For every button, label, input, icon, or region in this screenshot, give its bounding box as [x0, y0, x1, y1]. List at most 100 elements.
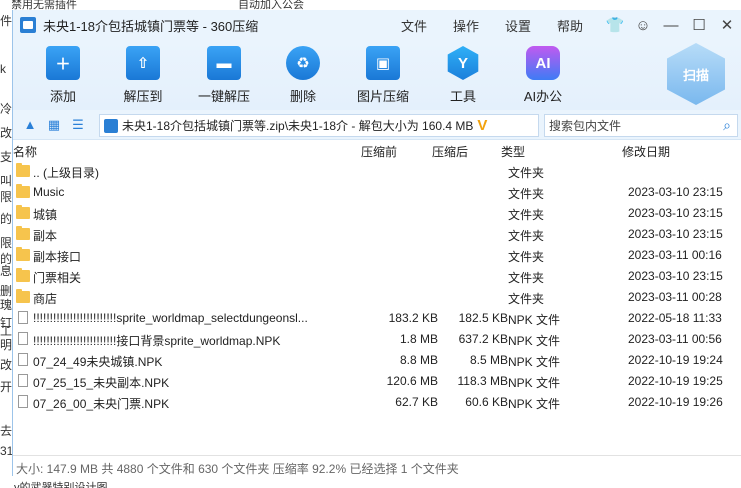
add-icon: ＋: [46, 46, 80, 80]
file-row[interactable]: .. (上级目录) 文件夹: [13, 161, 741, 182]
packed-size: 120.6 MB: [386, 374, 438, 388]
archive-window: 未央1-18介包括城镇门票等 - 360压缩 文件 操作 设置 帮助 👕 ☺ —…: [12, 10, 741, 476]
one-click-extract-button[interactable]: ▬ 一键解压: [189, 46, 259, 105]
delete-label: 删除: [289, 89, 316, 104]
file-type: NPK 文件: [508, 313, 561, 327]
image-compress-button[interactable]: ▣ 图片压缩: [348, 46, 418, 105]
folder-icon: [16, 289, 30, 303]
file-name: !!!!!!!!!!!!!!!!!!!!!!!!!sprite_worldmap…: [33, 311, 308, 325]
modified-date: 2023-03-10 23:15: [628, 185, 723, 199]
skin-icon[interactable]: 👕: [601, 16, 629, 34]
scan-label: 扫描: [682, 67, 709, 83]
folder-icon: [16, 163, 30, 177]
packed-size: 62.7 KB: [395, 395, 438, 409]
file-name: 商店: [33, 292, 58, 306]
status-bar: 大小: 147.9 MB 共 4880 个文件和 630 个文件夹 压缩率 92…: [13, 455, 741, 476]
add-label: 添加: [49, 89, 76, 104]
desktop-background-top: 及禁用无需插件 自动加入公会: [0, 0, 741, 10]
unpacked-size: 182.5 KB: [458, 311, 508, 325]
bg-char: 支: [0, 150, 12, 164]
image-compress-icon: ▣: [366, 46, 400, 80]
bg-char: 的: [0, 212, 12, 226]
modified-date: 2022-10-19 19:24: [628, 353, 723, 367]
desktop-background-bottom: y的武器特别设计图: [0, 476, 741, 488]
add-button[interactable]: ＋ 添加: [28, 46, 98, 105]
bg-char: k: [0, 62, 6, 76]
thumbnail-view-icon[interactable]: ▦: [43, 114, 65, 136]
ai-office-button[interactable]: AI AI办公: [508, 46, 578, 105]
file-list: .. (上级目录) 文件夹 Music 文件夹 2023-03-10 23:15 城镇 文件…: [13, 161, 741, 431]
close-button[interactable]: ✕: [713, 16, 741, 34]
unpacked-size: 637.2 KB: [458, 332, 508, 346]
menu-operate[interactable]: 操作: [453, 16, 479, 35]
menu-help[interactable]: 帮助: [557, 16, 583, 35]
feedback-icon[interactable]: ☺: [629, 17, 657, 34]
file-type: 文件夹: [508, 166, 545, 180]
menu-settings[interactable]: 设置: [505, 16, 531, 35]
column-type[interactable]: 类型: [501, 143, 525, 160]
scan-button[interactable]: 扫描: [667, 43, 725, 105]
tools-button[interactable]: Y 工具: [428, 46, 498, 105]
column-packed-size[interactable]: 压缩前: [361, 143, 397, 160]
menu-file[interactable]: 文件: [401, 16, 427, 35]
folder-icon: [16, 247, 30, 261]
maximize-button[interactable]: ☐: [685, 16, 713, 34]
modified-date: 2023-03-10 23:15: [628, 227, 723, 241]
bg-char: 叫: [0, 174, 12, 188]
horizontal-scrollbar[interactable]: [13, 441, 741, 453]
file-row[interactable]: !!!!!!!!!!!!!!!!!!!!!!!!!sprite_worldmap…: [13, 308, 741, 329]
title-bar[interactable]: 未央1-18介包括城镇门票等 - 360压缩 文件 操作 设置 帮助 👕 ☺ —…: [13, 10, 741, 40]
file-row[interactable]: 副本接口 文件夹 2023-03-11 00:16: [13, 245, 741, 266]
packed-size: 8.8 MB: [399, 353, 438, 367]
tools-icon: Y: [447, 46, 479, 80]
file-name: 07_25_15_未央副本.NPK: [33, 376, 170, 390]
file-row[interactable]: 副本 文件夹 2023-03-10 23:15: [13, 224, 741, 245]
delete-button[interactable]: ♻ 删除: [268, 46, 338, 105]
file-type: 文件夹: [508, 271, 545, 285]
file-icon: [18, 353, 28, 366]
column-name[interactable]: 名称: [13, 143, 37, 160]
status-text: 大小: 147.9 MB 共 4880 个文件和 630 个文件夹 压缩率 92…: [16, 462, 459, 476]
delete-icon: ♻: [286, 46, 320, 80]
bg-char: 件: [0, 14, 12, 28]
file-type: NPK 文件: [508, 355, 561, 369]
file-row[interactable]: 07_24_49未央城镇.NPK 8.8 MB 8.5 MB NPK 文件 2022-1…: [13, 350, 741, 371]
search-icon[interactable]: ⌕: [717, 117, 737, 134]
file-name: 副本接口: [33, 250, 82, 264]
column-unpacked-size[interactable]: 压缩后: [432, 143, 468, 160]
one-click-extract-icon: ▬: [207, 46, 241, 80]
file-name: .. (上级目录): [33, 166, 99, 180]
ai-office-label: AI办公: [523, 89, 563, 104]
file-row[interactable]: 07_26_00_未央门票.NPK 62.7 KB 60.6 KB NPK 文件 202…: [13, 392, 741, 413]
image-compress-label: 图片压缩: [356, 89, 409, 104]
modified-date: 2022-10-19 19:26: [628, 395, 723, 409]
column-modified[interactable]: 修改日期: [622, 143, 670, 160]
search-box: ⌕: [544, 114, 738, 137]
modified-date: 2022-10-19 19:25: [628, 374, 723, 388]
file-row[interactable]: Music 文件夹 2023-03-10 23:15: [13, 182, 741, 203]
file-row[interactable]: 门票相关 文件夹 2023-03-10 23:15: [13, 266, 741, 287]
bg-char: 限: [0, 236, 12, 250]
list-view-icon[interactable]: ☰: [67, 114, 89, 136]
bg-char: 改: [0, 126, 12, 140]
file-type: NPK 文件: [508, 376, 561, 390]
one-click-extract-label: 一键解压: [197, 89, 250, 104]
unpacked-size: 118.3 MB: [457, 374, 508, 388]
extract-to-button[interactable]: ⇧ 解压到: [108, 46, 178, 105]
file-row[interactable]: !!!!!!!!!!!!!!!!!!!!!!!!!接口背景sprite_worl…: [13, 329, 741, 350]
bg-char: 限: [0, 190, 12, 204]
up-arrow-icon[interactable]: ▲: [19, 114, 41, 136]
file-row[interactable]: 商店 文件夹 2023-03-11 00:28: [13, 287, 741, 308]
file-icon: [18, 311, 28, 324]
file-row[interactable]: 城镇 文件夹 2023-03-10 23:15: [13, 203, 741, 224]
address-bar[interactable]: 未央1-18介包括城镇门票等.zip\未央1-18介 - 解包大小为 160.4…: [99, 114, 539, 137]
file-row[interactable]: 07_25_15_未央副本.NPK 120.6 MB 118.3 MB NPK 文件 2…: [13, 371, 741, 392]
minimize-button[interactable]: —: [657, 17, 685, 34]
search-input[interactable]: [545, 118, 717, 133]
file-type: 文件夹: [508, 250, 545, 264]
dropdown-v-icon[interactable]: V: [477, 117, 487, 134]
file-name: 副本: [33, 229, 58, 243]
folder-icon: [16, 184, 30, 198]
column-header: 名称 压缩前 压缩后 类型 修改日期: [13, 140, 741, 161]
file-icon: [18, 395, 28, 408]
